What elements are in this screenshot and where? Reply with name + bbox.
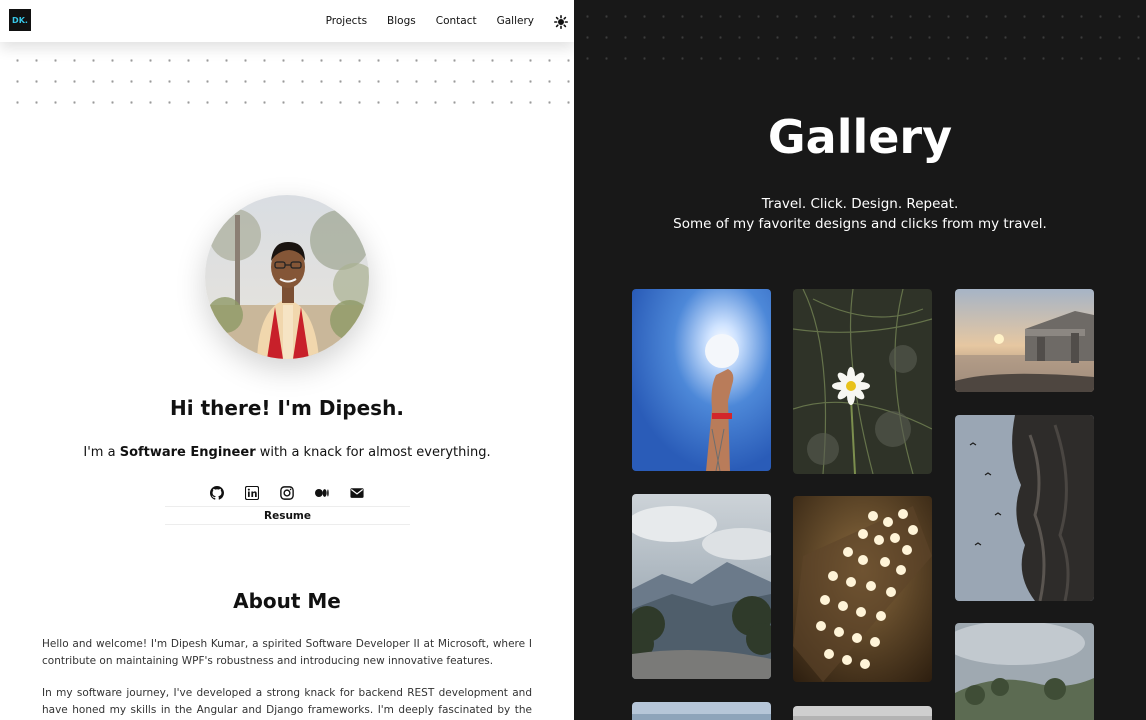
about-paragraph-1: Hello and welcome! I'm Dipesh Kumar, a s… xyxy=(42,638,532,667)
navbar: DK. Projects Blogs Contact Gallery xyxy=(0,0,574,42)
gallery-subtitle-line-2: Some of my favorite designs and clicks f… xyxy=(673,216,1047,232)
gallery-subtitle-line-1: Travel. Click. Design. Repeat. xyxy=(761,196,959,212)
social-links xyxy=(0,486,574,500)
hero-tagline: I'm a Software Engineer with a knack for… xyxy=(0,445,574,460)
github-icon[interactable] xyxy=(210,486,224,500)
gallery-photo-8[interactable] xyxy=(793,706,932,720)
gallery-photo-7[interactable] xyxy=(632,702,771,720)
nav-link-projects[interactable]: Projects xyxy=(326,15,367,27)
nav-link-gallery[interactable]: Gallery xyxy=(497,15,534,27)
nav-link-contact[interactable]: Contact xyxy=(436,15,477,27)
mail-icon[interactable] xyxy=(350,486,364,500)
tagline-pre: I'm a xyxy=(83,445,120,460)
gallery-panel: Gallery Travel. Click. Design. Repeat. S… xyxy=(574,0,1146,720)
gallery-title: Gallery xyxy=(767,110,953,164)
gallery-photo-daisy[interactable] xyxy=(793,289,932,474)
profile-photo xyxy=(205,195,369,359)
medium-icon[interactable] xyxy=(315,486,329,500)
site-logo[interactable]: DK. xyxy=(9,9,31,31)
hero-greeting: Hi there! I'm Dipesh. xyxy=(170,396,404,420)
gallery-photo-cliff[interactable] xyxy=(955,415,1094,601)
theme-toggle-icon[interactable] xyxy=(554,14,568,29)
dot-pattern-dark xyxy=(574,0,1146,62)
resume-button[interactable]: Resume xyxy=(165,506,410,525)
nav-link-blogs[interactable]: Blogs xyxy=(387,15,416,27)
dot-pattern xyxy=(0,42,574,122)
about-heading: About Me xyxy=(233,589,341,613)
gallery-photo-mountains[interactable] xyxy=(632,494,771,679)
nav-links: Projects Blogs Contact Gallery xyxy=(326,0,534,42)
instagram-icon[interactable] xyxy=(280,486,294,500)
gallery-photo-sunset-ruins[interactable] xyxy=(955,289,1094,392)
tagline-role: Software Engineer xyxy=(119,445,256,460)
about-paragraph-2: In my software journey, I've developed a… xyxy=(42,687,532,716)
portfolio-panel: DK. Projects Blogs Contact Gallery Hi th… xyxy=(0,0,574,720)
tagline-post: with a knack for almost everything. xyxy=(255,445,491,460)
gallery-photo-glass-ball[interactable] xyxy=(632,289,771,471)
linkedin-icon[interactable] xyxy=(245,486,259,500)
gallery-photo-hillside[interactable] xyxy=(955,623,1094,720)
gallery-photo-candles[interactable] xyxy=(793,496,932,682)
